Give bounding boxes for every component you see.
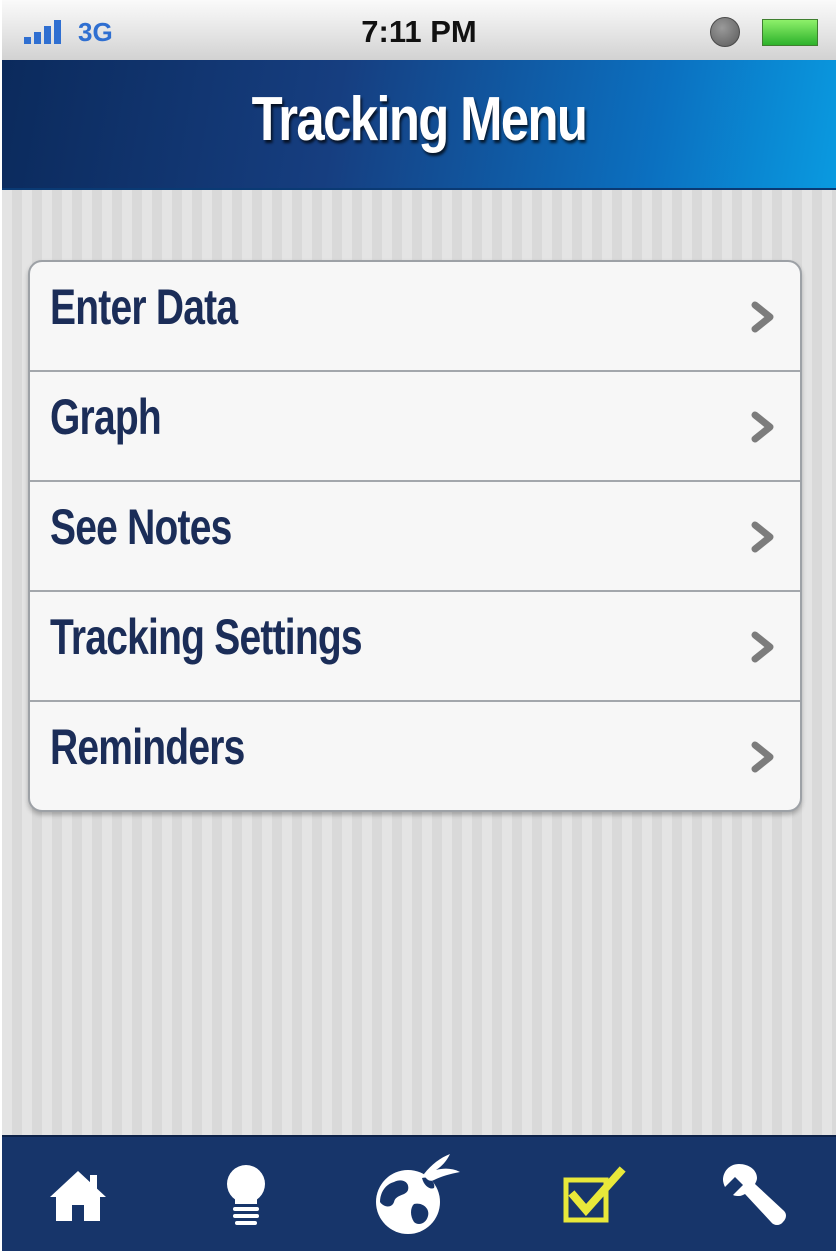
globe-eagle-icon <box>376 1154 460 1234</box>
chevron-right-icon <box>751 411 774 443</box>
content-area: Enter Data Graph See Notes Tracking Sett… <box>2 190 836 1135</box>
nav-header: Tracking Menu <box>2 60 836 190</box>
tab-world[interactable] <box>354 1137 474 1251</box>
lightbulb-icon <box>227 1165 265 1225</box>
menu-item-enter-data[interactable]: Enter Data <box>30 262 800 372</box>
tab-ideas[interactable] <box>186 1137 306 1251</box>
chevron-right-icon <box>751 741 774 773</box>
tracking-menu-list: Enter Data Graph See Notes Tracking Sett… <box>28 260 802 812</box>
wrench-icon <box>723 1164 786 1225</box>
menu-item-reminders[interactable]: Reminders <box>30 702 800 810</box>
status-bar: 3G 7:11 PM <box>2 0 836 61</box>
chevron-right-icon <box>751 301 774 333</box>
menu-item-label: Enter Data <box>50 279 238 335</box>
tab-settings[interactable] <box>694 1137 814 1251</box>
page-title: Tracking Menu <box>251 85 588 154</box>
menu-item-graph[interactable]: Graph <box>30 372 800 482</box>
menu-item-label: Reminders <box>50 719 245 775</box>
menu-item-label: Tracking Settings <box>50 609 363 665</box>
chevron-right-icon <box>751 631 774 663</box>
menu-item-label: See Notes <box>50 499 232 555</box>
status-indicator-icon <box>710 17 740 47</box>
menu-item-tracking-settings[interactable]: Tracking Settings <box>30 592 800 702</box>
battery-icon <box>762 19 818 46</box>
tab-home[interactable] <box>18 1137 138 1251</box>
tab-bar <box>2 1135 836 1251</box>
menu-item-see-notes[interactable]: See Notes <box>30 482 800 592</box>
app-screen: 3G 7:11 PM Tracking Menu Enter Data Grap… <box>2 0 836 1251</box>
menu-item-label: Graph <box>50 389 162 445</box>
chevron-right-icon <box>751 521 774 553</box>
checkbox-icon <box>563 1166 626 1223</box>
tab-tracking[interactable] <box>534 1137 654 1251</box>
home-icon <box>50 1171 106 1221</box>
